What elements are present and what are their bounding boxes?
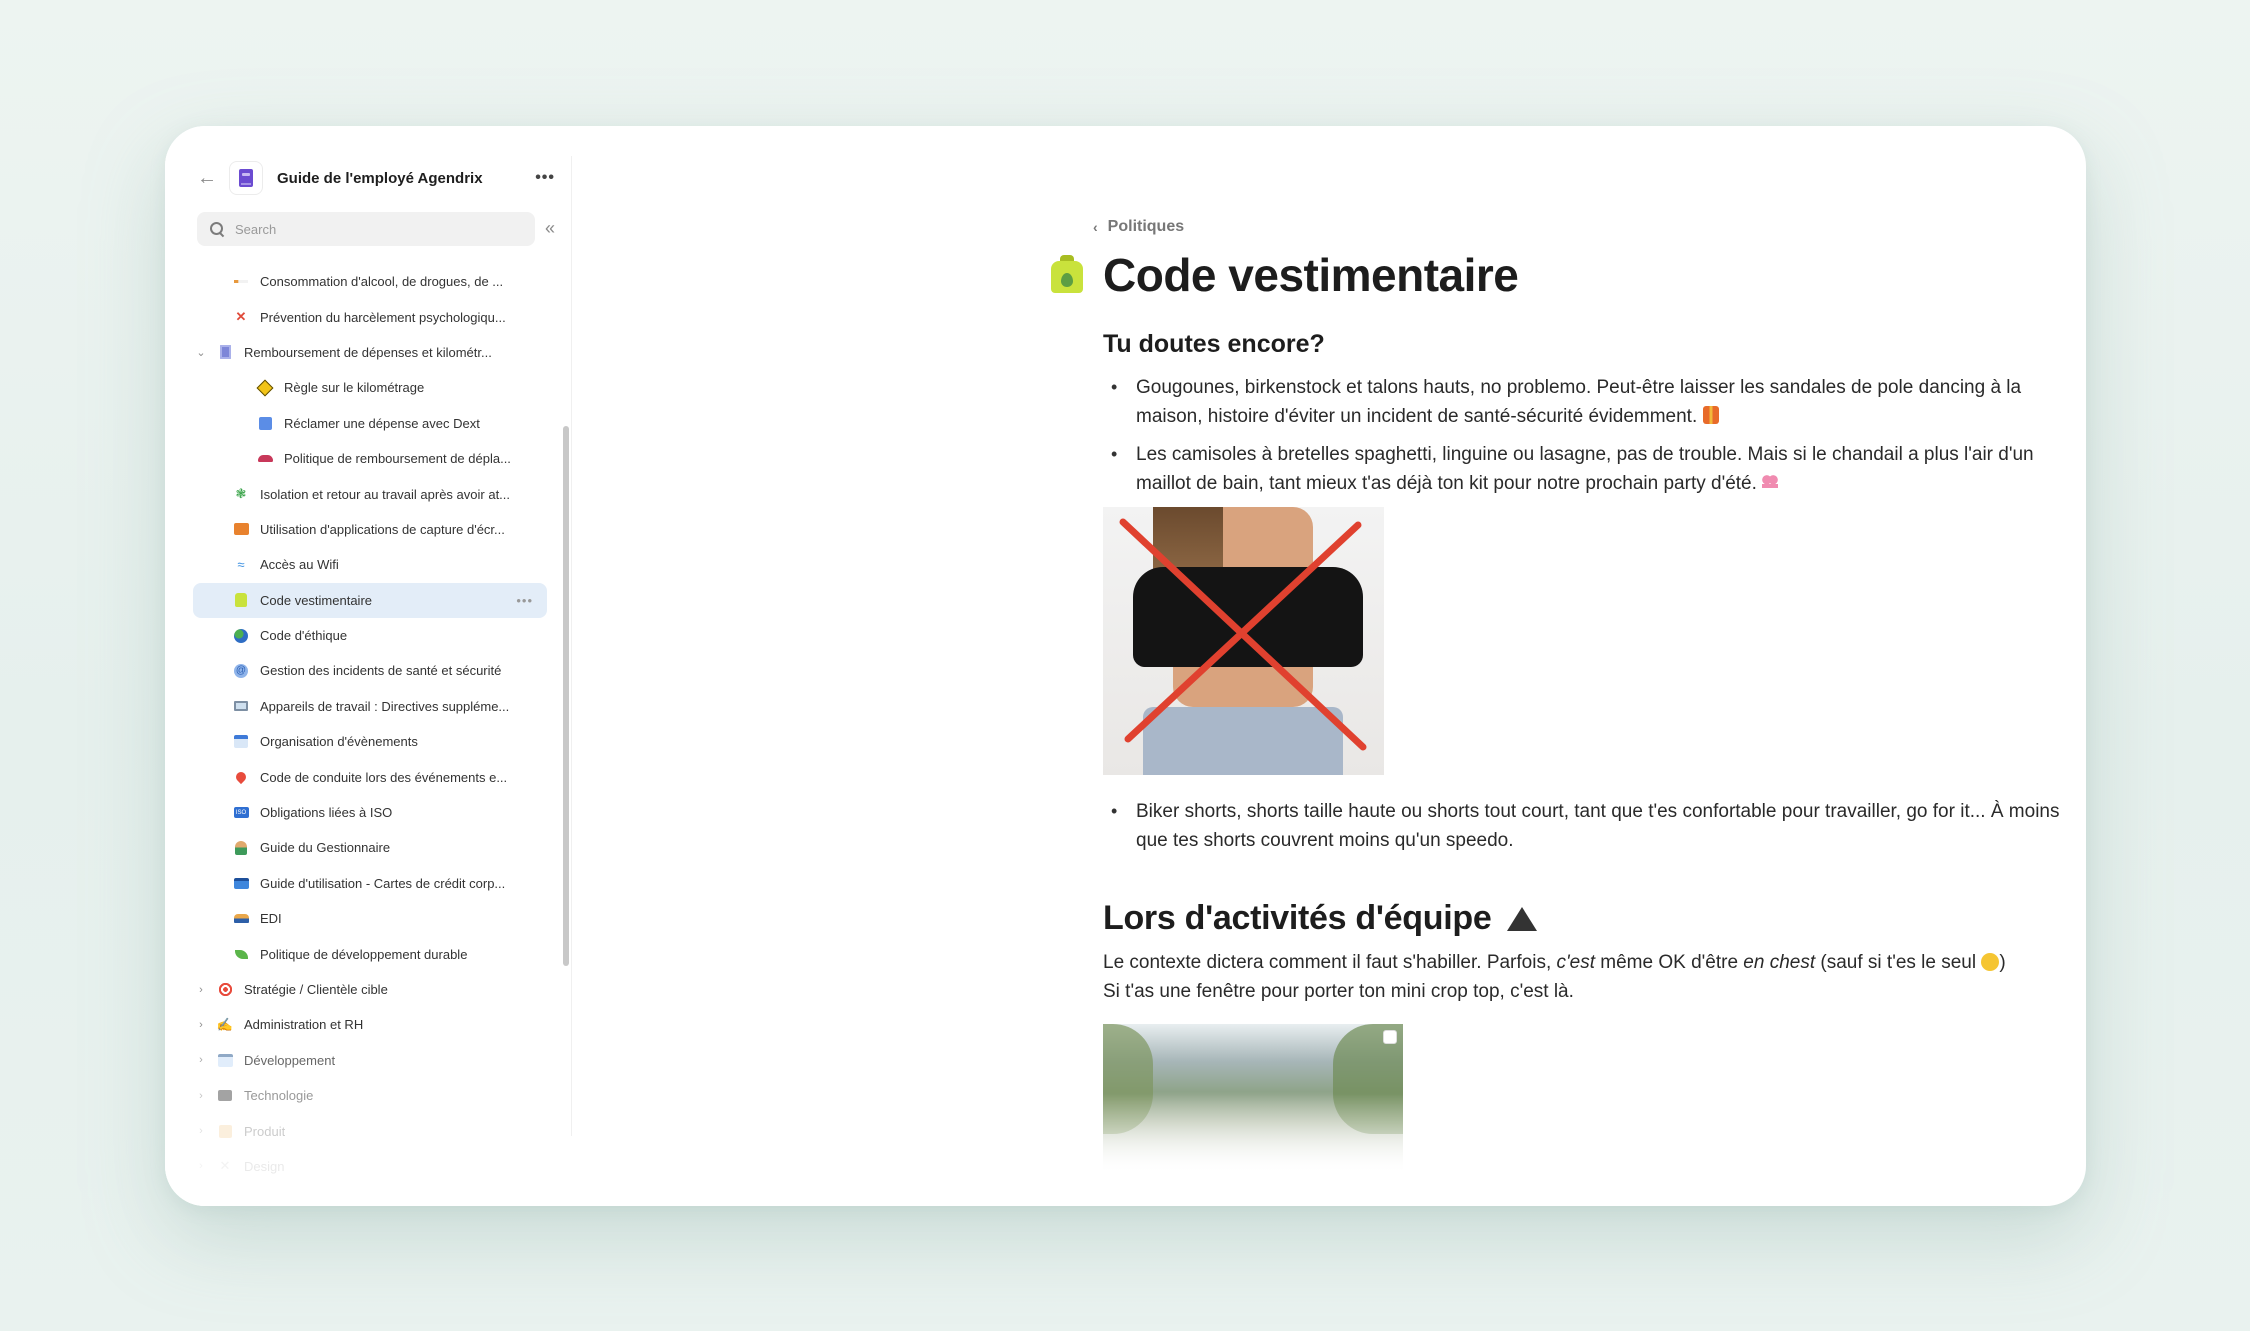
bullet-item: Les camisoles à bretelles spaghetti, lin… bbox=[1103, 440, 2063, 498]
browser-window-icon bbox=[216, 1051, 234, 1069]
paragraph: Le contexte dictera comment il faut s'ha… bbox=[1103, 952, 2006, 1002]
purple-book-icon bbox=[239, 169, 253, 187]
workspace-title[interactable]: Guide de l'employé Agendrix bbox=[277, 170, 535, 187]
tree-item[interactable]: ✕ Prévention du harcèlement psychologiqu… bbox=[193, 299, 547, 334]
tree-section[interactable]: › Développement bbox=[193, 1043, 547, 1078]
bullet-list: Biker shorts, shorts taille haute ou sho… bbox=[1103, 797, 2063, 855]
tree-item[interactable]: EDI bbox=[193, 901, 547, 936]
tree-item[interactable]: Code d'éthique bbox=[193, 618, 547, 653]
tree-item[interactable]: ISO Obligations liées à ISO bbox=[193, 795, 547, 830]
tree-item[interactable]: Réclamer une dépense avec Dext bbox=[193, 406, 547, 441]
globe-icon bbox=[232, 627, 250, 645]
group-people-icon bbox=[232, 910, 250, 928]
chevron-right-icon[interactable]: › bbox=[193, 1125, 209, 1137]
sidebar-header: ← Guide de l'employé Agendrix ••• bbox=[195, 158, 555, 198]
bullet-item: Biker shorts, shorts taille haute ou sho… bbox=[1103, 797, 2063, 855]
section-heading: Tu doutes encore? bbox=[1103, 330, 1325, 358]
section-heading: Lors d'activités d'équipe bbox=[1103, 899, 2063, 938]
safety-vest-icon bbox=[1702, 406, 1719, 424]
title-row: Code vestimentaire bbox=[1049, 248, 2063, 302]
tree-item-active[interactable]: Code vestimentaire ••• bbox=[193, 582, 547, 618]
crop-top-crossed-image[interactable] bbox=[1103, 507, 1384, 775]
terminal-icon bbox=[216, 1087, 234, 1105]
red-x-mark bbox=[1119, 518, 1367, 751]
chevron-right-icon[interactable]: › bbox=[193, 1090, 209, 1102]
team-photo-image[interactable] bbox=[1103, 1024, 1403, 1174]
cigarette-icon bbox=[232, 273, 250, 291]
tree-section[interactable]: › ✍ Administration et RH bbox=[193, 1007, 547, 1042]
laughing-face-icon bbox=[1981, 953, 2000, 971]
iso-badge-icon: ISO bbox=[232, 804, 250, 822]
search-icon bbox=[209, 221, 225, 237]
tree-item[interactable]: Guide du Gestionnaire bbox=[193, 830, 547, 865]
tools-icon: ✕ bbox=[219, 1158, 231, 1174]
sidebar-scrollbar[interactable] bbox=[563, 426, 569, 966]
car-icon bbox=[256, 450, 274, 468]
page-tree: Consommation d'alcool, de drogues, de ..… bbox=[193, 264, 547, 1184]
virus-icon: ❃ bbox=[235, 486, 247, 502]
workspace-icon-tile[interactable] bbox=[229, 161, 263, 195]
chevron-right-icon[interactable]: › bbox=[193, 1019, 209, 1031]
red-x-icon: ✕ bbox=[235, 309, 247, 325]
search-input[interactable] bbox=[235, 221, 515, 237]
bullet-list: Gougounes, birkenstock et talons hauts, … bbox=[1103, 373, 2063, 498]
chevron-right-icon[interactable]: › bbox=[193, 1054, 209, 1066]
tree-item[interactable]: Organisation d'évènements bbox=[193, 724, 547, 759]
app-window: ← Guide de l'employé Agendrix ••• « Cons… bbox=[165, 126, 2086, 1206]
road-sign-icon bbox=[256, 379, 274, 397]
tree-section[interactable]: › Produit bbox=[193, 1113, 547, 1148]
coat-icon[interactable] bbox=[1049, 255, 1085, 295]
at-sign-icon: @ bbox=[234, 663, 248, 678]
breadcrumb-label: Politiques bbox=[1107, 218, 1185, 235]
chevron-down-icon[interactable]: ⌄ bbox=[193, 346, 209, 359]
chevron-left-icon: ‹ bbox=[1093, 219, 1098, 235]
credit-card-icon bbox=[232, 874, 250, 892]
sidebar: ← Guide de l'employé Agendrix ••• « Cons… bbox=[165, 126, 572, 1206]
calendar-clock-icon bbox=[232, 733, 250, 751]
tree-item[interactable]: @ Gestion des incidents de santé et sécu… bbox=[193, 653, 547, 688]
arrow-left-icon[interactable]: ← bbox=[195, 166, 219, 190]
bikini-icon bbox=[1762, 475, 1779, 491]
tree-item[interactable]: Politique de développement durable bbox=[193, 936, 547, 971]
target-icon bbox=[216, 981, 234, 999]
map-pin-icon bbox=[232, 768, 250, 786]
tree-section[interactable]: › ✕ Design bbox=[193, 1149, 547, 1184]
tree-item[interactable]: ≈ Accès au Wifi bbox=[193, 547, 547, 582]
tree-item[interactable]: Appareils de travail : Directives supplé… bbox=[193, 689, 547, 724]
image-badge-icon bbox=[1383, 1030, 1397, 1044]
document-icon bbox=[216, 343, 234, 361]
tree-section[interactable]: › Stratégie / Clientèle cible bbox=[193, 972, 547, 1007]
bullet-item: Gougounes, birkenstock et talons hauts, … bbox=[1103, 373, 2063, 431]
tree-section[interactable]: › Technologie bbox=[193, 1078, 547, 1113]
ellipsis-icon[interactable]: ••• bbox=[535, 169, 555, 187]
page-title: Code vestimentaire bbox=[1103, 249, 1519, 301]
photo-icon bbox=[232, 520, 250, 538]
chevron-right-icon[interactable]: › bbox=[193, 1160, 209, 1172]
writing-hand-icon: ✍ bbox=[216, 1016, 234, 1032]
tree-item[interactable]: Politique de remboursement de dépla... bbox=[193, 441, 547, 476]
coat-icon bbox=[232, 591, 250, 609]
package-icon bbox=[216, 1122, 234, 1140]
tree-item[interactable]: Code de conduite lors des événements e..… bbox=[193, 759, 547, 794]
wifi-icon: ≈ bbox=[237, 557, 245, 573]
laptop-icon bbox=[232, 697, 250, 715]
camping-tent-icon bbox=[1506, 907, 1537, 931]
search-field[interactable] bbox=[197, 212, 535, 246]
tree-item-expanded[interactable]: ⌄ Remboursement de dépenses et kilométr.… bbox=[193, 335, 547, 370]
tree-item[interactable]: ❃ Isolation et retour au travail après a… bbox=[193, 476, 547, 511]
chevron-right-icon[interactable]: › bbox=[193, 984, 209, 996]
document: ‹ Politiques Code vestimentaire Tu doute… bbox=[1051, 218, 2063, 1174]
tree-item[interactable]: Guide d'utilisation - Cartes de crédit c… bbox=[193, 866, 547, 901]
breadcrumb-politiques[interactable]: ‹ Politiques bbox=[1093, 218, 1184, 236]
leaf-icon bbox=[232, 945, 250, 963]
double-chevron-left-icon[interactable]: « bbox=[545, 218, 555, 239]
main-content: ‹ Politiques Code vestimentaire Tu doute… bbox=[572, 126, 2086, 1206]
manager-person-icon bbox=[232, 839, 250, 857]
receipt-icon bbox=[256, 414, 274, 432]
row-ellipsis-icon[interactable]: ••• bbox=[516, 593, 533, 608]
tree-item[interactable]: Consommation d'alcool, de drogues, de ..… bbox=[193, 264, 547, 299]
tree-item[interactable]: Utilisation d'applications de capture d'… bbox=[193, 512, 547, 547]
tree-item[interactable]: Règle sur le kilométrage bbox=[193, 370, 547, 405]
